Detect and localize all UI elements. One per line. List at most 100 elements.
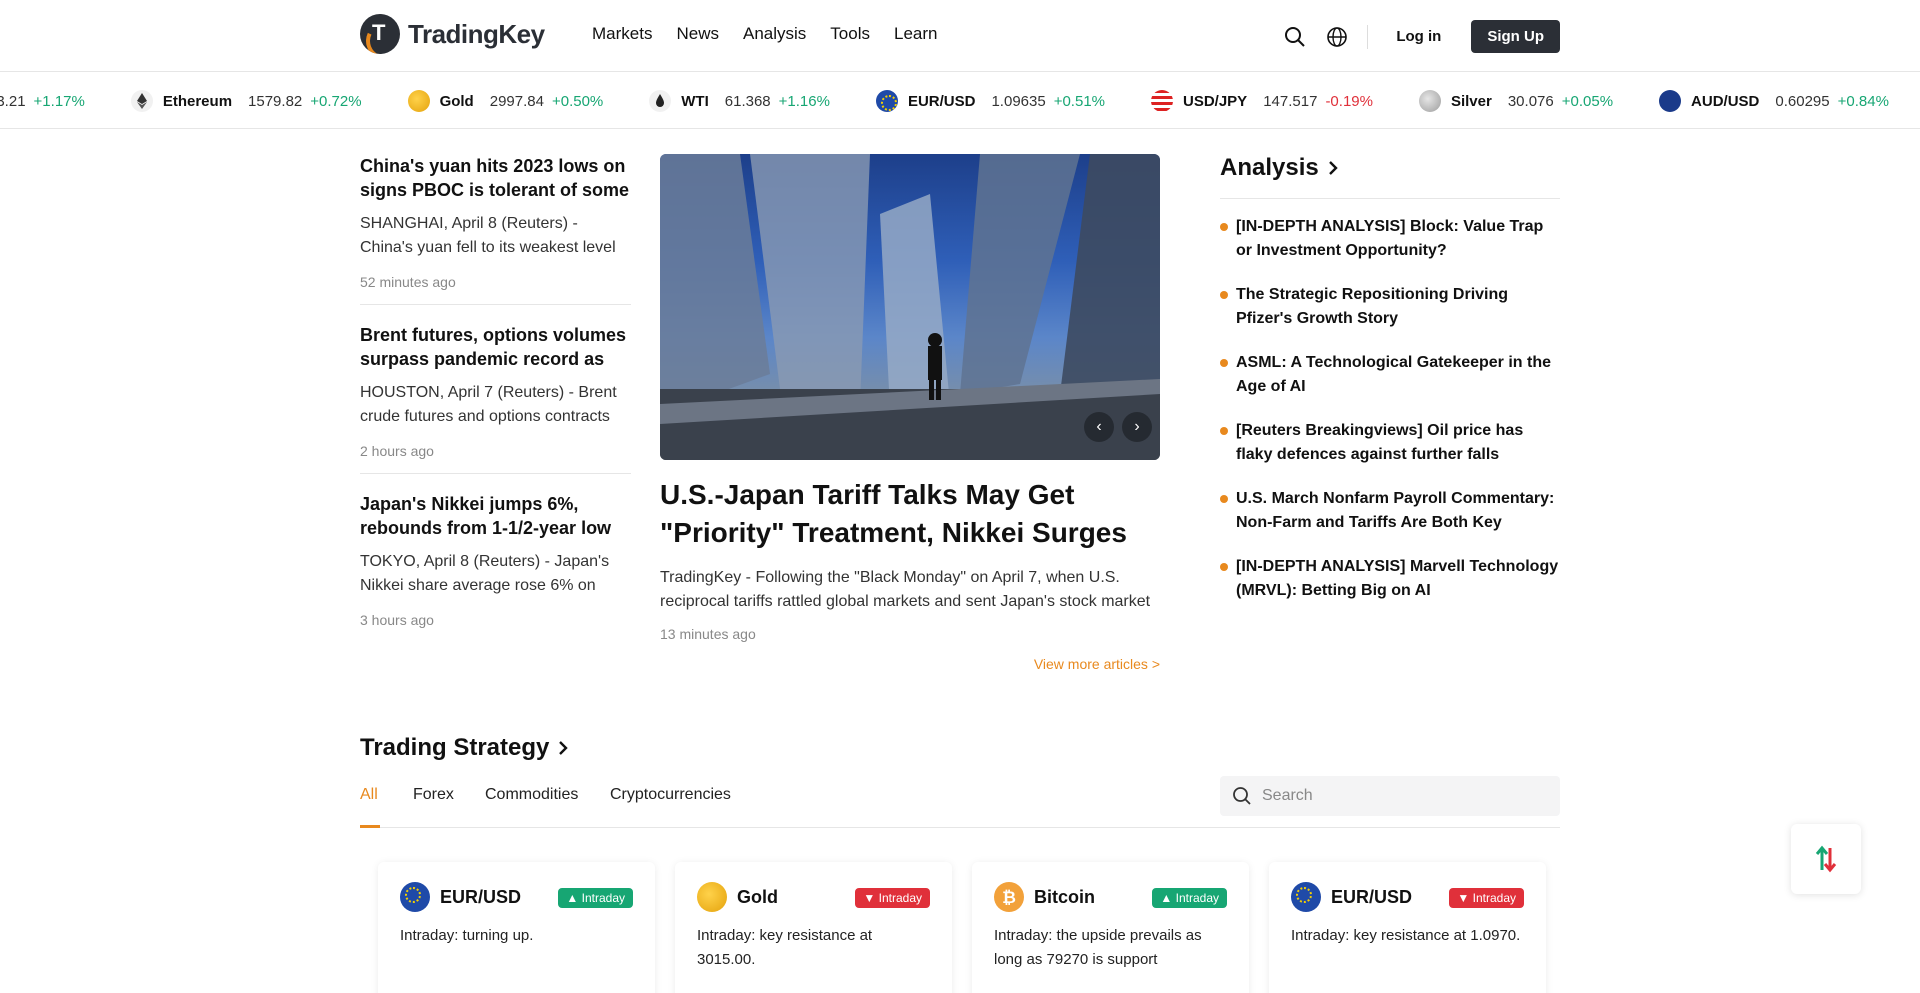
news-title[interactable]: Japan's Nikkei jumps 6%, rebounds from 1… bbox=[360, 492, 631, 540]
floating-trade-button[interactable] bbox=[1791, 824, 1861, 894]
ticker-item[interactable]: 53.21 +1.17% bbox=[0, 93, 85, 110]
up-down-arrows-icon bbox=[1815, 845, 1837, 873]
news-summary: HOUSTON, April 7 (Reuters) - Brent crude… bbox=[360, 384, 617, 425]
login-button[interactable]: Log in bbox=[1396, 28, 1441, 45]
ticker-name: Ethereum bbox=[162, 92, 233, 110]
news-item[interactable]: Brent futures, options volumes surpass p… bbox=[360, 323, 631, 474]
ticker-item[interactable]: Ethereum 1579.82 +0.72% bbox=[130, 90, 362, 112]
featured-title[interactable]: U.S.-Japan Tariff Talks May Get "Priorit… bbox=[660, 476, 1160, 552]
logo-text: TradingKey bbox=[408, 18, 545, 49]
news-title[interactable]: Brent futures, options volumes surpass p… bbox=[360, 323, 631, 371]
ticker-price: 0.60295 bbox=[1775, 92, 1830, 110]
bitcoin-icon: ₿ bbox=[994, 882, 1024, 912]
strategy-search-input[interactable] bbox=[1262, 787, 1542, 805]
signup-button[interactable]: Sign Up bbox=[1471, 20, 1560, 53]
search-icon[interactable] bbox=[1283, 25, 1307, 49]
ticker-name: AUD/USD bbox=[1691, 92, 1760, 110]
ticker-item[interactable]: AUD/USD 0.60295 +0.84% bbox=[1659, 90, 1889, 112]
analysis-item[interactable]: U.S. March Nonfarm Payroll Commentary: N… bbox=[1220, 487, 1560, 535]
silver-icon bbox=[1418, 90, 1441, 112]
ticker-name: Gold bbox=[439, 92, 474, 110]
ticker-change: +0.05% bbox=[1561, 92, 1614, 110]
strategy-cards: EUR/USD ▲ Intraday Intraday: turning up.… bbox=[378, 862, 1546, 993]
analysis-item-title[interactable]: The Strategic Repositioning Driving Pfiz… bbox=[1236, 283, 1560, 331]
analysis-item[interactable]: [Reuters Breakingviews] Oil price has fl… bbox=[1220, 419, 1560, 467]
bullet-dot bbox=[1220, 563, 1228, 571]
trading-strategy-heading[interactable]: Trading Strategy bbox=[360, 734, 571, 762]
tab-commodities[interactable]: Commodities bbox=[485, 786, 578, 804]
ticker-price: 61.368 bbox=[724, 92, 771, 110]
ticker-price: 2997.84 bbox=[489, 92, 544, 110]
ticker-change: +0.72% bbox=[310, 92, 362, 110]
ticker-change: -0.19% bbox=[1325, 92, 1373, 110]
tab-forex[interactable]: Forex bbox=[413, 786, 454, 804]
featured-time: 13 minutes ago bbox=[660, 626, 756, 642]
analysis-item[interactable]: ASML: A Technological Gatekeeper in the … bbox=[1220, 351, 1560, 399]
card-text: Intraday: the upside prevails as long as… bbox=[994, 927, 1202, 968]
ticker-item[interactable]: USD/JPY 147.517 -0.19% bbox=[1151, 90, 1373, 112]
tab-all[interactable]: All bbox=[360, 786, 378, 804]
ethereum-icon bbox=[130, 90, 153, 112]
analysis-heading[interactable]: Analysis bbox=[1220, 154, 1560, 199]
ticker-name: EUR/USD bbox=[907, 92, 976, 110]
strategy-card[interactable]: EUR/USD ▲ Intraday Intraday: turning up. bbox=[378, 862, 655, 993]
chevron-right-icon bbox=[559, 741, 569, 755]
main-nav: Markets News Analysis Tools Learn bbox=[592, 24, 937, 44]
strategy-card[interactable]: Gold ▼ Intraday Intraday: key resistance… bbox=[675, 862, 952, 993]
nav-analysis[interactable]: Analysis bbox=[743, 24, 806, 44]
news-time: 52 minutes ago bbox=[360, 274, 456, 290]
strategy-search[interactable] bbox=[1220, 776, 1560, 816]
header-divider bbox=[1367, 24, 1369, 49]
analysis-item-title[interactable]: [IN-DEPTH ANALYSIS] Block: Value Trap or… bbox=[1236, 215, 1560, 263]
news-item[interactable]: Japan's Nikkei jumps 6%, rebounds from 1… bbox=[360, 492, 631, 642]
analysis-item-title[interactable]: ASML: A Technological Gatekeeper in the … bbox=[1236, 351, 1560, 399]
gold-icon bbox=[407, 90, 430, 112]
strategy-card[interactable]: ₿ Bitcoin ▲ Intraday Intraday: the upsid… bbox=[972, 862, 1249, 993]
ticker-item[interactable]: Silver 30.076 +0.05% bbox=[1418, 90, 1614, 112]
view-more-link[interactable]: View more articles > bbox=[660, 656, 1160, 672]
intraday-badge-down: ▼ Intraday bbox=[1449, 888, 1524, 908]
card-text: Intraday: key resistance at 3015.00. bbox=[697, 927, 873, 968]
carousel-next-button[interactable]: › bbox=[1122, 412, 1152, 442]
ticker-item[interactable]: EUR/USD 1.09635 +0.51% bbox=[875, 90, 1105, 112]
card-text: Intraday: turning up. bbox=[400, 927, 534, 944]
carousel-prev-button[interactable]: ‹ bbox=[1084, 412, 1114, 442]
nav-learn[interactable]: Learn bbox=[894, 24, 937, 44]
badge-label: Intraday bbox=[1175, 891, 1219, 905]
nav-markets[interactable]: Markets bbox=[592, 24, 652, 44]
badge-label: Intraday bbox=[878, 891, 922, 905]
badge-label: Intraday bbox=[581, 891, 625, 905]
globe-icon[interactable] bbox=[1325, 25, 1349, 49]
analysis-item[interactable]: [IN-DEPTH ANALYSIS] Block: Value Trap or… bbox=[1220, 215, 1560, 263]
analysis-item-title[interactable]: U.S. March Nonfarm Payroll Commentary: N… bbox=[1236, 487, 1560, 535]
card-text: Intraday: key resistance at 1.0970. bbox=[1291, 927, 1521, 944]
search-icon bbox=[1233, 787, 1251, 805]
ticker-item[interactable]: Gold 2997.84 +0.50% bbox=[407, 90, 603, 112]
analysis-item[interactable]: [IN-DEPTH ANALYSIS] Marvell Technology (… bbox=[1220, 555, 1560, 603]
svg-text:₿: ₿ bbox=[1002, 888, 1016, 907]
news-title[interactable]: China's yuan hits 2023 lows on signs PBO… bbox=[360, 154, 631, 202]
logo[interactable]: TradingKey bbox=[360, 14, 545, 54]
bullet-dot bbox=[1220, 427, 1228, 435]
ticker-name: Silver bbox=[1450, 92, 1492, 110]
analysis-panel: Analysis [IN-DEPTH ANALYSIS] Block: Valu… bbox=[1220, 154, 1560, 623]
news-summary: SHANGHAI, April 8 (Reuters) - China's yu… bbox=[360, 215, 616, 256]
analysis-item-title[interactable]: [Reuters Breakingviews] Oil price has fl… bbox=[1236, 419, 1560, 467]
card-instrument: Bitcoin bbox=[1034, 886, 1095, 907]
intraday-badge-up: ▲ Intraday bbox=[558, 888, 633, 908]
ticker-item[interactable]: WTI 61.368 +1.16% bbox=[649, 90, 830, 112]
gold-icon bbox=[697, 882, 727, 912]
news-item[interactable]: China's yuan hits 2023 lows on signs PBO… bbox=[360, 154, 631, 305]
bullet-dot bbox=[1220, 291, 1228, 299]
strategy-card[interactable]: EUR/USD ▼ Intraday Intraday: key resista… bbox=[1269, 862, 1546, 993]
featured-image[interactable]: ‹ › bbox=[660, 154, 1160, 460]
active-tab-indicator bbox=[360, 825, 380, 828]
ticker-price: 147.517 bbox=[1263, 92, 1318, 110]
intraday-badge-down: ▼ Intraday bbox=[855, 888, 930, 908]
nav-news[interactable]: News bbox=[676, 24, 719, 44]
nav-tools[interactable]: Tools bbox=[830, 24, 870, 44]
featured-article[interactable]: ‹ › U.S.-Japan Tariff Talks May Get "Pri… bbox=[660, 154, 1160, 642]
analysis-item[interactable]: The Strategic Repositioning Driving Pfiz… bbox=[1220, 283, 1560, 331]
tab-cryptocurrencies[interactable]: Cryptocurrencies bbox=[610, 786, 731, 804]
analysis-item-title[interactable]: [IN-DEPTH ANALYSIS] Marvell Technology (… bbox=[1236, 555, 1560, 603]
